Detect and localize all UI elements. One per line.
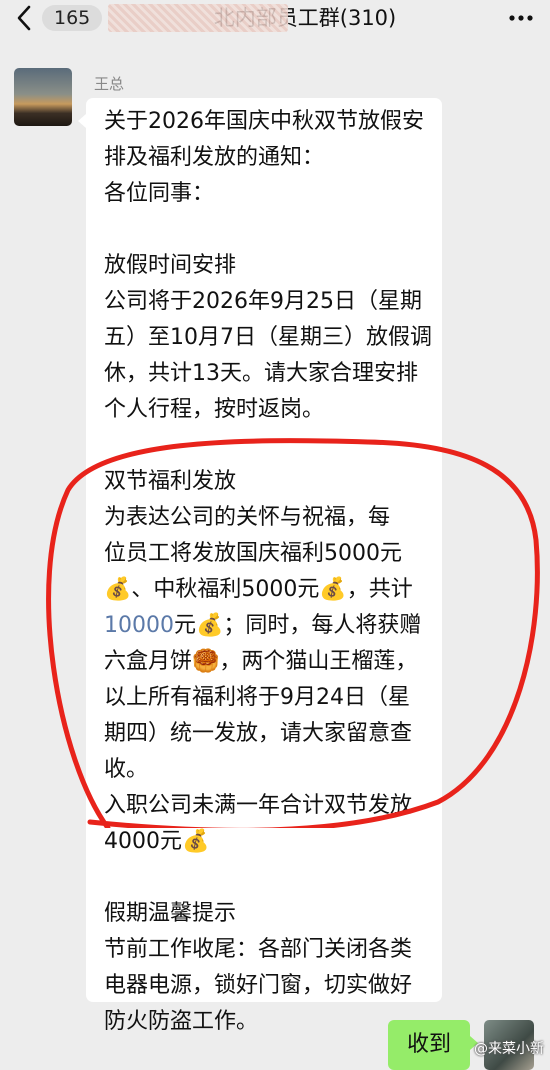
message-line: 💰、中秋福利5000元💰，共计 — [104, 577, 413, 602]
message-line: 双节福利发放 — [104, 469, 237, 494]
watermark: @来菜小新 — [474, 1041, 544, 1057]
sender-name: 王总 — [94, 75, 125, 93]
message-line: 收。 — [104, 757, 149, 782]
message-line: 休，共计13天。请大家合理安排 — [104, 361, 418, 386]
message-line: 以上所有福利将于9月24日（星 — [104, 685, 410, 710]
message-line: 六盒月饼🥮，两个猫山王榴莲， — [104, 649, 418, 674]
message-line: 10000元💰；同时，每人将获赠 — [104, 613, 422, 638]
chat-header: 165 北内部员工群(310) — [0, 0, 550, 36]
message-line: 节前工作收尾：各部门关闭各类 — [104, 937, 413, 962]
message-line: 公司将于2026年9月25日（星期 — [104, 289, 422, 314]
message-line: 各位同事： — [104, 181, 215, 206]
message-bubble[interactable]: 关于2026年国庆中秋双节放假安 排及福利发放的通知： 各位同事： 放假时间安排公司将… — [78, 98, 442, 1034]
message-line: 假期温馨提示 — [104, 901, 237, 926]
message-line: 个人行程，按时返岗。 — [104, 397, 325, 422]
sender-avatar[interactable] — [14, 68, 72, 126]
message-line: 放假时间安排 — [104, 253, 237, 278]
more-dots-icon[interactable] — [506, 8, 536, 28]
message-text: 关于2026年国庆中秋双节放假安 排及福利发放的通知： 各位同事： 放假时间安排公司将… — [104, 104, 432, 1040]
reply-bubble[interactable]: 收到 — [388, 1020, 478, 1070]
message-line: 入职公司未满一年合计双节发放 — [104, 793, 413, 818]
message-line: 防火防盗工作。 — [104, 1009, 259, 1034]
message-line: 电器电源，锁好门窗，切实做好 — [104, 973, 413, 998]
message-line: 期四）统一发放，请大家留意查 — [104, 721, 413, 746]
message-line — [104, 428, 426, 464]
message-line: 为表达公司的关怀与祝福，每 — [104, 505, 391, 530]
message-line — [104, 212, 426, 248]
message-line: 4000元💰 — [104, 829, 210, 854]
message-line: 位员工将发放国庆福利5000元 — [104, 541, 402, 566]
message-line: 排及福利发放的通知： — [104, 145, 325, 170]
message-line: 关于2026年国庆中秋双节放假安 — [104, 109, 424, 134]
redacted-mask — [108, 4, 288, 32]
message-line: 五）至10月7日（星期三）放假调 — [104, 325, 432, 350]
message-line — [104, 860, 426, 896]
